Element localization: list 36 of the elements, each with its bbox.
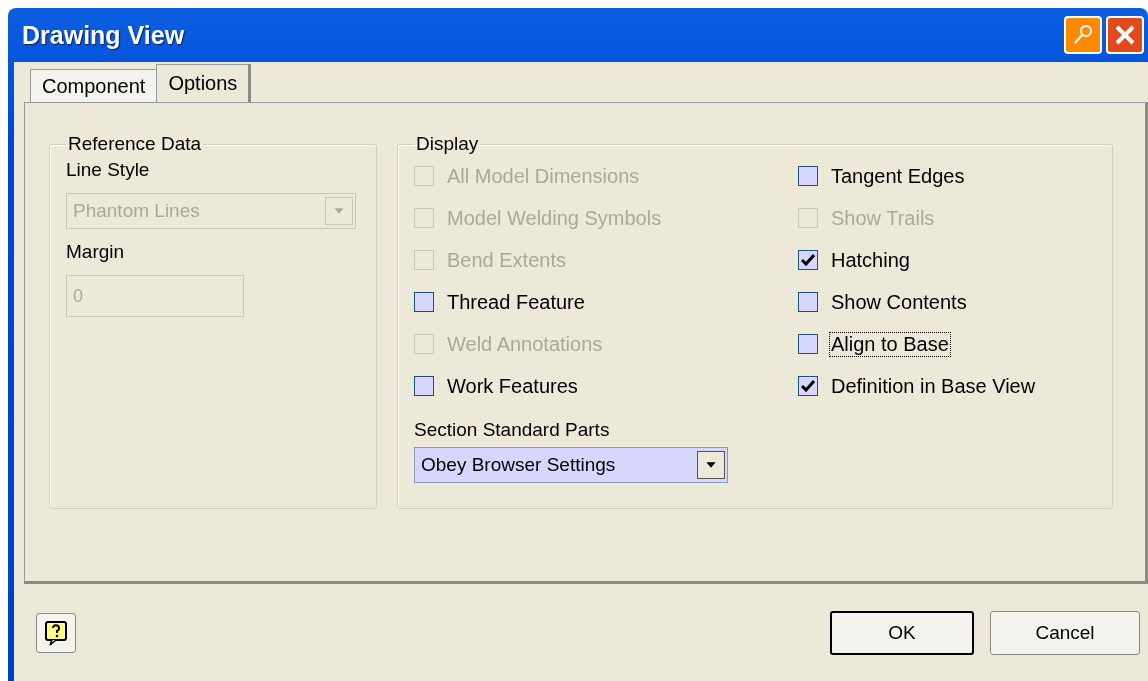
checkmark-icon: [801, 254, 815, 266]
checkmark-icon: [801, 380, 815, 392]
checkbox-label: Weld Annotations: [446, 332, 604, 356]
checkbox-label: Show Contents: [830, 290, 968, 314]
field-label: Margin: [66, 241, 126, 263]
checkbox[interactable]: [798, 292, 818, 312]
checkbox-label: Align to Base: [830, 332, 950, 356]
checkbox[interactable]: [798, 334, 818, 354]
field-label: Line Style: [66, 159, 151, 181]
group-title: Reference Data: [67, 133, 203, 155]
checkbox-label: Definition in Base View: [830, 374, 1037, 398]
dialog-button[interactable]: OK: [830, 610, 974, 655]
checkbox-label: All Model Dimensions: [446, 164, 641, 188]
checkbox[interactable]: [798, 166, 818, 186]
checkbox-label: Show Trails: [830, 206, 936, 230]
group-title: Display: [415, 133, 480, 155]
checkbox-label: Model Welding Symbols: [446, 206, 663, 230]
close-button[interactable]: [1106, 16, 1144, 54]
checkbox[interactable]: [414, 376, 434, 396]
checkbox[interactable]: [414, 292, 434, 312]
section-parts-dropdown[interactable]: Obey Browser Settings: [414, 447, 728, 483]
dialog-button[interactable]: Cancel: [990, 610, 1140, 655]
tab[interactable]: Component: [30, 69, 158, 102]
checkbox-label: Tangent Edges: [830, 164, 966, 188]
checkbox-label: Bend Extents: [446, 248, 567, 272]
help-button[interactable]: [36, 612, 76, 653]
close-icon: [1114, 24, 1136, 46]
tab[interactable]: Options: [156, 64, 252, 102]
checkbox-label: Hatching: [830, 248, 911, 272]
window-title: Drawing View: [22, 20, 185, 50]
checkbox[interactable]: [798, 250, 818, 270]
field-label: Section Standard Parts: [414, 419, 611, 441]
checkbox[interactable]: [798, 376, 818, 396]
checkbox-label: Thread Feature: [446, 290, 586, 314]
checkbox-label: Work Features: [446, 374, 579, 398]
help-icon: [44, 619, 68, 646]
